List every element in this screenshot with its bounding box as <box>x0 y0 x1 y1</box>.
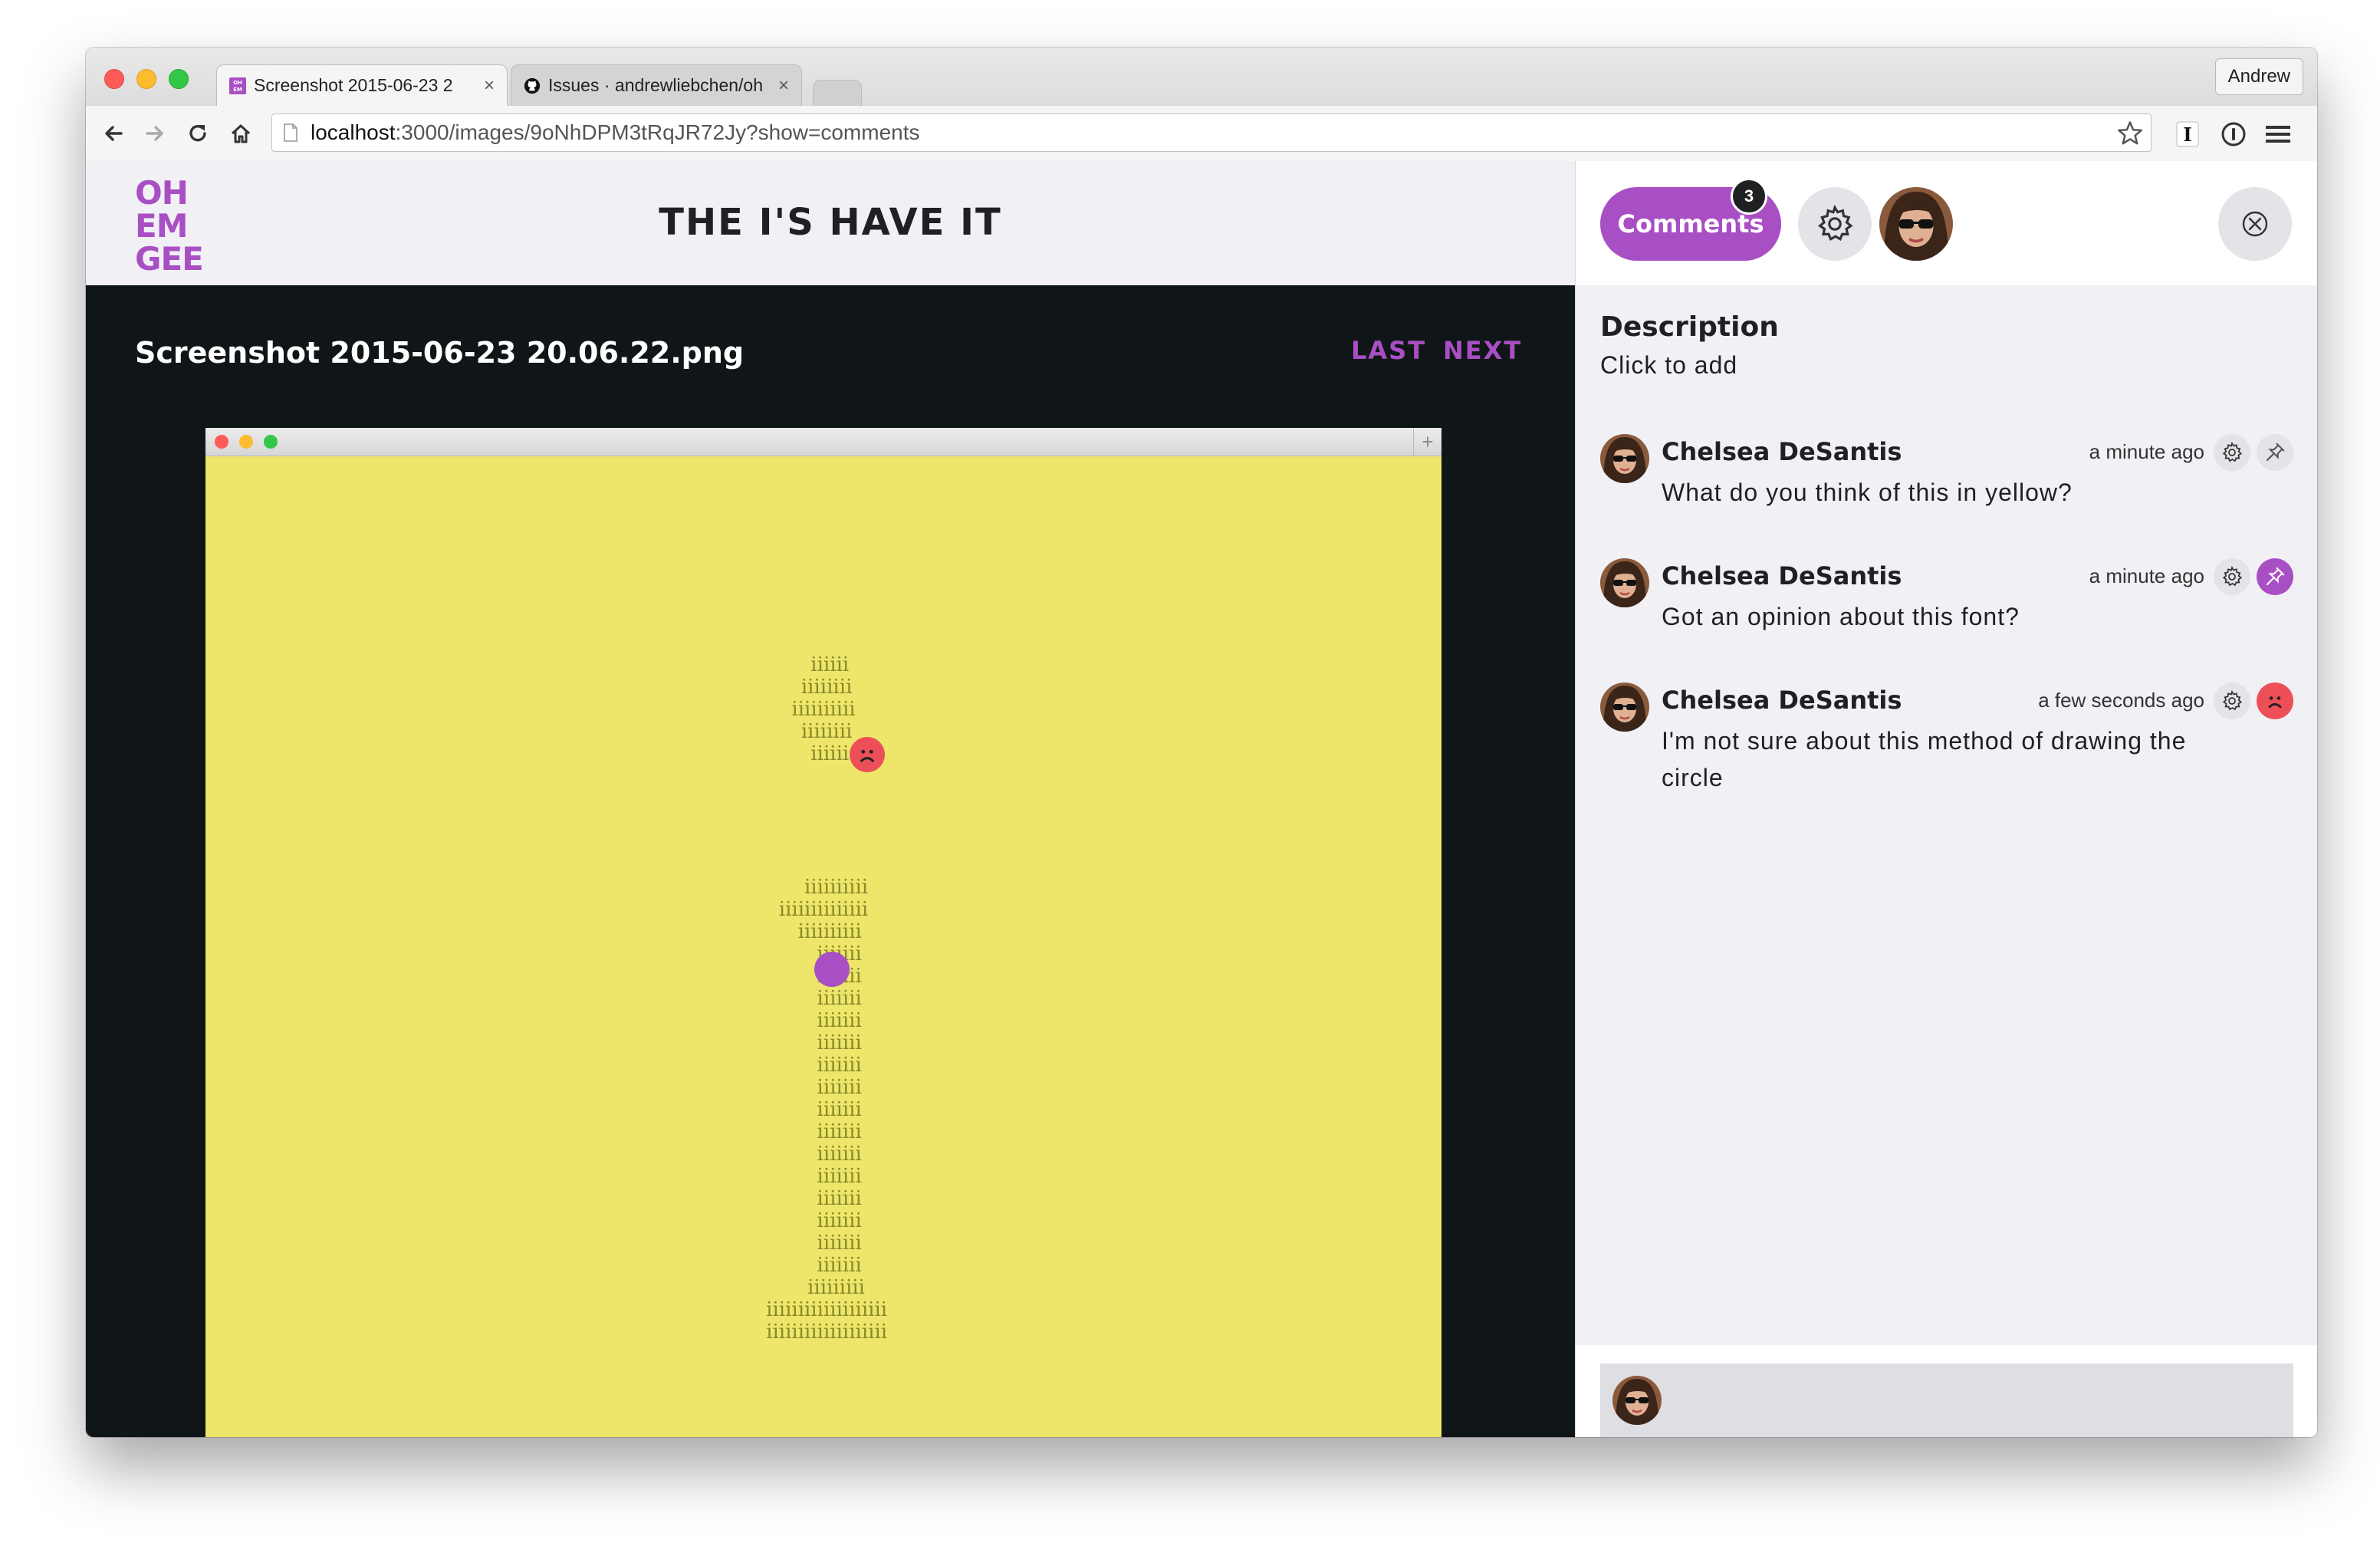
ascii-letter-i-dot: iiiiii iiiiiiii iiiiiiiiii iiiiiiii iiii… <box>791 653 856 765</box>
frown-icon <box>2262 688 2288 714</box>
comment-text: What do you think of this in yellow? <box>1662 479 2073 506</box>
screenshot-minimize-dot <box>239 435 253 449</box>
frown-annotation-icon[interactable] <box>850 737 885 772</box>
close-panel-button[interactable] <box>2218 187 2292 261</box>
project-title: THE I'S HAVE IT <box>659 201 1002 244</box>
user-avatar[interactable] <box>1879 187 1953 261</box>
forward-icon[interactable] <box>138 117 172 150</box>
comment-settings-button[interactable] <box>2214 434 2250 471</box>
next-image-link[interactable]: NEXT <box>1443 336 1522 365</box>
close-icon <box>2242 211 2268 237</box>
image-filename: Screenshot 2015-06-23 20.06.22.png <box>135 336 745 370</box>
screenshot-zoom-dot <box>264 435 278 449</box>
tab-title: Screenshot 2015-06-23 2 <box>254 75 453 95</box>
home-icon[interactable] <box>224 117 258 150</box>
tab-strip: OH EM Screenshot 2015-06-23 2 × Issues · … <box>86 48 2317 106</box>
comment-avatar <box>1600 434 1649 483</box>
address-bar[interactable]: localhost:3000/images/9oNhDPM3tRqJR72Jy?… <box>271 113 2152 152</box>
description-heading: Description <box>1600 311 1779 343</box>
pin-icon <box>2263 565 2286 588</box>
comment-settings-button[interactable] <box>2214 683 2250 719</box>
comment-author: Chelsea DeSantis <box>1662 561 1902 590</box>
image-viewer: Screenshot 2015-06-23 20.06.22.png LAST … <box>86 285 1575 1437</box>
new-comment-input[interactable] <box>1600 1363 2293 1437</box>
zoom-window-button[interactable] <box>169 69 189 89</box>
tab-screenshot[interactable]: OH EM Screenshot 2015-06-23 2 × <box>216 64 508 106</box>
url-path: :3000/images/9oNhDPM3tRqJR72Jy?show=comm… <box>395 120 920 144</box>
tab-close-icon[interactable]: × <box>778 75 789 97</box>
comment-composer <box>1576 1345 2317 1437</box>
comment-frown-button[interactable] <box>2257 683 2293 719</box>
profile-button[interactable]: Andrew <box>2214 58 2303 95</box>
gear-icon <box>1814 203 1856 245</box>
screenshot-image[interactable]: + iiiiii iiiiiiii iiiiiiiiii iiiiiiii ii… <box>205 428 1441 1437</box>
back-icon[interactable] <box>97 117 130 150</box>
comment-timestamp: a minute ago <box>2089 564 2204 587</box>
close-window-button[interactable] <box>104 69 124 89</box>
svg-text:OH: OH <box>233 80 242 86</box>
comment-pin-marker[interactable] <box>814 952 850 987</box>
comment-pin-button[interactable] <box>2257 558 2293 595</box>
comment-pin-button[interactable] <box>2257 434 2293 471</box>
tab-title: Issues · andrewliebchen/oh <box>548 75 763 95</box>
panel-header: Comments 3 <box>1576 161 2317 285</box>
tab-github-issues[interactable]: Issues · andrewliebchen/oh × <box>511 64 802 106</box>
screenshot-canvas[interactable]: iiiiii iiiiiiii iiiiiiiiii iiiiiiii iiii… <box>205 456 1441 1437</box>
new-tab-button[interactable] <box>813 80 862 106</box>
svg-text:EM: EM <box>233 87 242 93</box>
comment-text: I'm not sure about this method of drawin… <box>1662 727 2187 791</box>
comment-avatar <box>1600 558 1649 607</box>
1password-icon[interactable] <box>2219 120 2248 149</box>
star-icon[interactable] <box>2115 119 2145 152</box>
tab-close-icon[interactable]: × <box>484 75 495 97</box>
comment-author: Chelsea DeSantis <box>1662 437 1902 466</box>
comment-author: Chelsea DeSantis <box>1662 686 1902 715</box>
gear-icon <box>2221 689 2244 712</box>
screenshot-plus-icon: + <box>1413 428 1441 456</box>
ascii-letter-i-stem: iiiiiiiiii iiiiiiiiiiiiii iiiiiiiiii iii… <box>766 876 888 1344</box>
reload-icon[interactable] <box>181 117 215 150</box>
page-icon <box>284 123 298 142</box>
minimize-window-button[interactable] <box>136 69 156 89</box>
browser-toolbar: localhost:3000/images/9oNhDPM3tRqJR72Jy?… <box>86 106 2317 162</box>
settings-button[interactable] <box>1798 187 1872 261</box>
last-image-link[interactable]: LAST <box>1351 336 1426 365</box>
url-text: localhost:3000/images/9oNhDPM3tRqJR72Jy?… <box>311 120 920 145</box>
comments-count-badge: 3 <box>1731 178 1767 215</box>
composer-avatar <box>1612 1376 1662 1425</box>
url-host: localhost <box>311 120 396 144</box>
gear-icon <box>2221 441 2244 464</box>
menu-icon[interactable] <box>2263 120 2293 149</box>
browser-window: OH EM Screenshot 2015-06-23 2 × Issues · … <box>86 48 2317 1437</box>
window-controls <box>104 69 189 89</box>
svg-text:I: I <box>2183 123 2191 146</box>
comment-timestamp: a minute ago <box>2089 440 2204 463</box>
ohemgee-favicon-icon: OH EM <box>229 77 246 94</box>
comment-settings-button[interactable] <box>2214 558 2250 595</box>
github-icon <box>524 77 541 94</box>
comment-text: Got an opinion about this font? <box>1662 603 2020 630</box>
gear-icon <box>2221 565 2244 588</box>
app: OH EM GEE THE I'S HAVE IT Screenshot 201… <box>86 161 2317 1437</box>
description-add-link[interactable]: Click to add <box>1600 351 1737 380</box>
instapaper-icon[interactable]: I <box>2173 120 2202 149</box>
comments-panel: Comments 3 Description Click to add Chel… <box>1575 161 2317 1437</box>
app-header: OH EM GEE THE I'S HAVE IT <box>86 161 1575 285</box>
comment-timestamp: a few seconds ago <box>2038 689 2204 712</box>
comment-avatar <box>1600 683 1649 732</box>
pin-icon <box>2263 441 2286 464</box>
screenshot-close-dot <box>215 435 228 449</box>
screenshot-window-bar: + <box>205 428 1441 456</box>
